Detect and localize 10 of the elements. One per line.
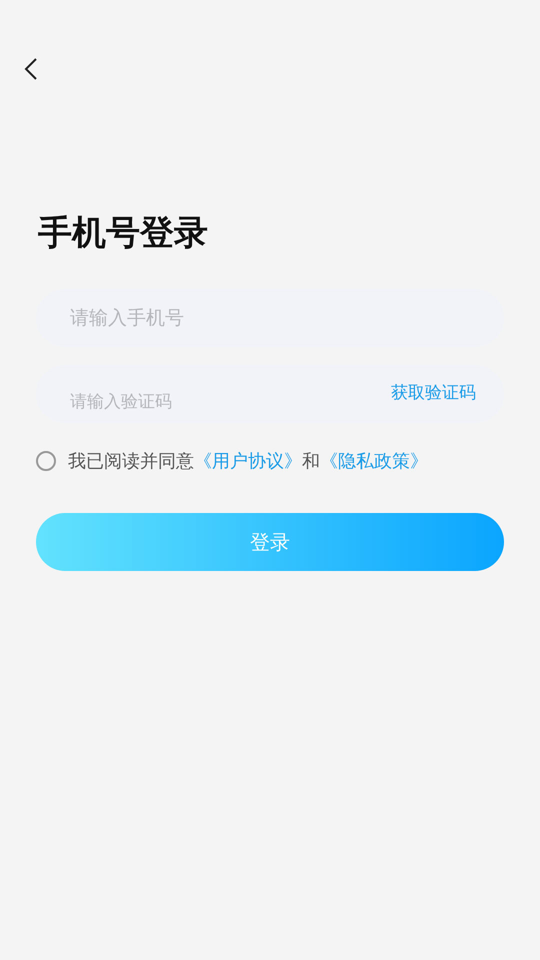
- get-code-button[interactable]: 获取验证码: [391, 380, 476, 404]
- privacy-policy-link[interactable]: 《隐私政策》: [320, 451, 428, 472]
- phone-input-field[interactable]: 请输入手机号: [36, 289, 504, 347]
- agree-checkbox[interactable]: [36, 451, 56, 471]
- code-input-field[interactable]: 请输入验证码 获取验证码: [36, 365, 504, 423]
- login-button[interactable]: 登录: [36, 513, 504, 571]
- page-title: 手机号登录: [38, 212, 209, 255]
- agreement-text: 我已阅读并同意《用户协议》和《隐私政策》: [68, 450, 428, 473]
- back-icon[interactable]: [24, 57, 38, 81]
- user-agreement-link[interactable]: 《用户协议》: [194, 451, 302, 472]
